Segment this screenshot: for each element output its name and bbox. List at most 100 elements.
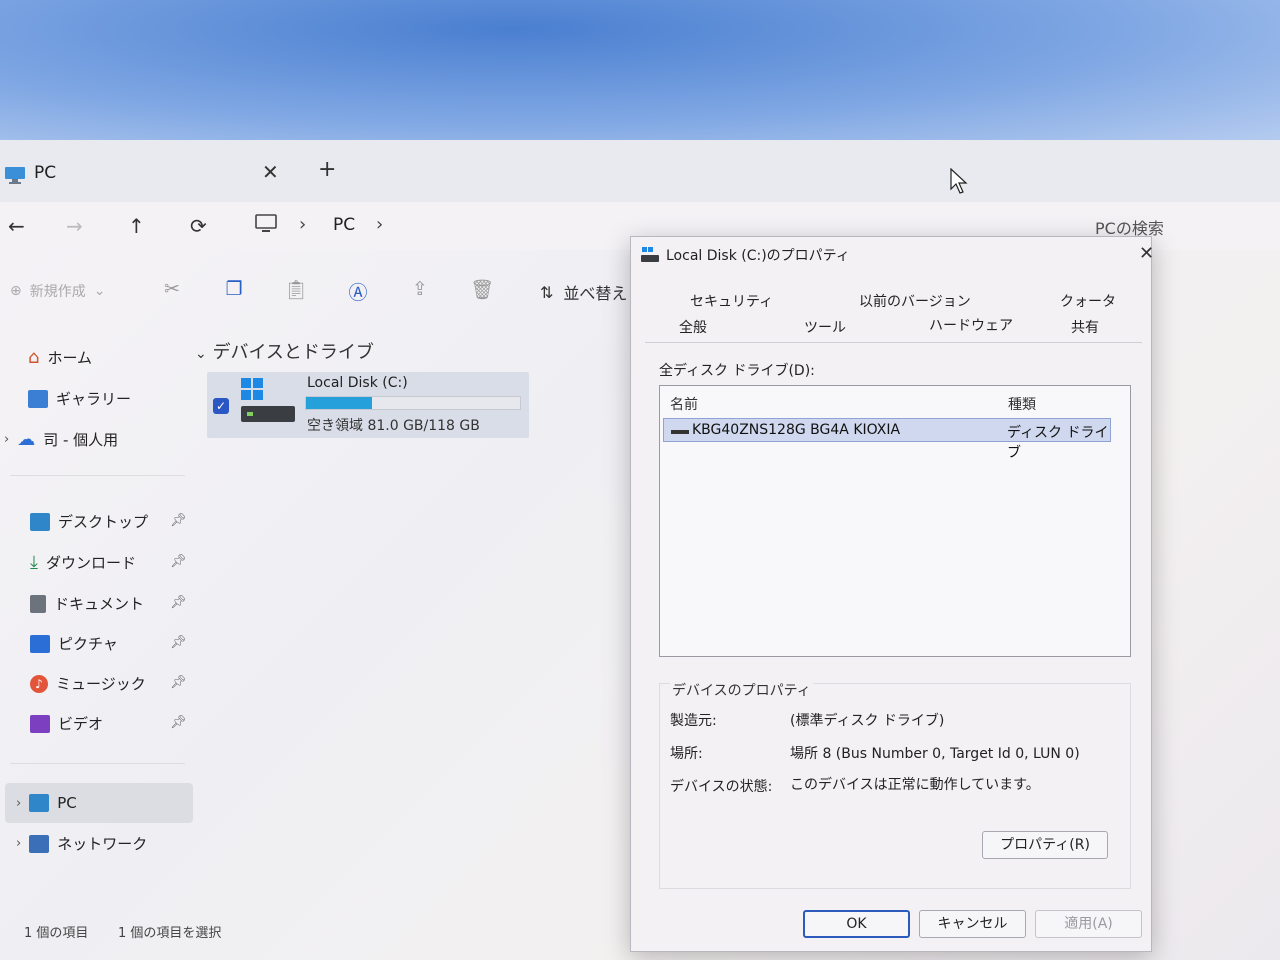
delete-icon[interactable]: 🗑︎ [470, 278, 494, 302]
tab-security[interactable]: セキュリティ [690, 291, 773, 311]
drive-icon [640, 246, 660, 268]
section-title: デバイスとドライブ [212, 342, 374, 363]
picture-icon [30, 634, 50, 653]
sidebar-item-music[interactable]: ♪ ミュージック [30, 673, 146, 694]
video-icon [30, 714, 50, 733]
chevron-right-icon[interactable]: › [4, 432, 9, 447]
new-tab-button[interactable]: + [318, 157, 336, 182]
tab-previous-versions[interactable]: 以前のバージョン [859, 291, 971, 311]
divider [10, 763, 185, 764]
sidebar-item-label: ピクチャ [58, 635, 118, 653]
copy-icon[interactable]: ❐ [222, 278, 246, 302]
chevron-right-icon[interactable]: › [16, 796, 21, 811]
document-icon [30, 594, 46, 613]
sidebar-item-pictures[interactable]: ピクチャ [30, 633, 118, 654]
apply-button[interactable]: 適用(A) [1035, 910, 1142, 938]
tab-hardware[interactable]: ハードウェア [929, 315, 1013, 335]
sidebar-item-desktop[interactable]: デスクトップ [30, 511, 148, 532]
sidebar-item-label: PC [57, 794, 77, 812]
cut-icon[interactable]: ✂ [160, 278, 184, 302]
chevron-down-icon: ⌄ [93, 283, 106, 299]
pin-icon[interactable]: 📌︎ [170, 675, 187, 690]
up-icon[interactable]: ↑ [128, 214, 145, 238]
disk-list[interactable]: 名前 種類 KBG40ZNS128G BG4A KIOXIA ディスク ドライブ [659, 385, 1131, 657]
back-icon[interactable]: ← [8, 214, 25, 238]
pin-icon[interactable]: 📌︎ [170, 513, 187, 528]
list-item[interactable]: KBG40ZNS128G BG4A KIOXIA ディスク ドライブ [663, 418, 1111, 461]
checkbox-icon[interactable]: ✓ [213, 398, 229, 414]
forward-icon[interactable]: → [66, 214, 83, 238]
tab-title: PC [34, 163, 57, 183]
sidebar-item-label: ビデオ [58, 715, 104, 733]
disk-drive-icon [671, 430, 689, 434]
sidebar-item-gallery[interactable]: ギャラリー [28, 388, 131, 409]
sidebar-item-label: ダウンロード [45, 554, 136, 572]
refresh-icon[interactable]: ⟳ [190, 214, 207, 238]
paste-icon[interactable]: 📋︎ [284, 278, 308, 302]
manufacturer-label: 製造元: [670, 713, 717, 729]
sidebar-item-pc[interactable]: › PC [16, 794, 77, 812]
status-item-count: 1 個の項目 [24, 926, 89, 941]
sidebar-item-onedrive[interactable]: › ☁ 司 - 個人用 [4, 429, 118, 450]
cloud-icon: ☁ [17, 429, 36, 450]
chevron-right-icon[interactable]: › [16, 836, 21, 851]
rename-icon[interactable]: Ⓐ [346, 278, 370, 304]
sort-label: 並べ替え [563, 284, 628, 303]
column-header-name[interactable]: 名前 [670, 394, 698, 414]
sidebar-item-label: ギャラリー [56, 390, 132, 408]
status-bar: 1 個の項目 1 個の項目を選択 [0, 918, 620, 948]
gallery-icon [28, 389, 48, 408]
sort-icon: ⇅ [540, 282, 554, 302]
sidebar-item-videos[interactable]: ビデオ [30, 713, 103, 734]
sidebar-item-documents[interactable]: ドキュメント [30, 593, 144, 614]
section-devices-drives[interactable]: ⌄ デバイスとドライブ [195, 338, 374, 364]
pin-icon[interactable]: 📌︎ [170, 715, 187, 730]
properties-button[interactable]: プロパティ(R) [982, 831, 1108, 859]
column-header-type[interactable]: 種類 [1008, 394, 1036, 414]
chevron-right-icon: › [299, 214, 307, 235]
pin-icon[interactable]: 📌︎ [170, 595, 187, 610]
tab-tools[interactable]: ツール [804, 317, 846, 337]
device-properties-group: デバイスのプロパティ 製造元: (標準ディスク ドライブ) 場所: 場所 8 (… [659, 680, 1131, 889]
drive-usage-fill [306, 397, 373, 409]
sidebar-item-home[interactable]: ⌂ ホーム [28, 347, 92, 368]
chevron-right-icon[interactable]: › [376, 214, 383, 235]
device-status-label: デバイスの状態: [670, 779, 773, 795]
tab-quota[interactable]: クォータ [1060, 291, 1116, 311]
status-selected-count: 1 個の項目を選択 [118, 926, 222, 941]
sidebar-item-label: ネットワーク [57, 835, 148, 853]
location-value: 場所 8 (Bus Number 0, Target Id 0, LUN 0) [790, 746, 1080, 762]
tab-sharing[interactable]: 共有 [1071, 317, 1099, 337]
network-icon [29, 834, 50, 853]
all-disks-label: 全ディスク ドライブ(D): [659, 363, 815, 379]
sidebar-item-label: ミュージック [56, 675, 146, 693]
home-icon: ⌂ [28, 347, 40, 368]
drive-free-space: 空き領域 81.0 GB/118 GB [307, 418, 480, 434]
close-icon[interactable]: ✕ [1139, 243, 1154, 264]
sidebar-item-network[interactable]: › ネットワーク [16, 833, 147, 854]
properties-dialog: Local Disk (C:)のプロパティ ✕ セキュリティ 以前のバージョン … [630, 236, 1154, 952]
monitor-icon [4, 166, 26, 188]
command-bar: ⊕ 新規作成 ⌄ ✂ ❐ 📋︎ Ⓐ ⇪ 🗑︎ ⇅ 並べ替え [0, 270, 640, 314]
tab-pc[interactable]: PC ✕ [0, 152, 295, 196]
cancel-button[interactable]: キャンセル [919, 910, 1026, 938]
sort-button[interactable]: ⇅ 並べ替え [540, 280, 627, 304]
pin-icon[interactable]: 📌︎ [170, 635, 187, 650]
close-tab-icon[interactable]: ✕ [262, 160, 279, 184]
device-status-value: このデバイスは正常に動作しています。 [790, 777, 1040, 793]
tab-general[interactable]: 全般 [679, 317, 707, 337]
share-icon[interactable]: ⇪ [408, 278, 432, 302]
chevron-down-icon: ⌄ [195, 346, 207, 362]
drive-tile-c[interactable]: ✓ Local Disk (C:) 空き領域 81.0 GB/118 GB [207, 372, 529, 438]
monitor-icon[interactable] [255, 214, 277, 239]
breadcrumb-pc[interactable]: PC [333, 215, 355, 235]
drive-usage-bar [305, 396, 521, 410]
desktop-icon [30, 512, 50, 531]
new-label: 新規作成 [29, 284, 86, 300]
pin-icon[interactable]: 📌︎ [170, 554, 187, 569]
ok-button[interactable]: OK [803, 910, 910, 938]
dialog-title: Local Disk (C:)のプロパティ [666, 248, 850, 264]
manufacturer-value: (標準ディスク ドライブ) [790, 713, 945, 729]
new-button[interactable]: ⊕ 新規作成 ⌄ [10, 281, 105, 301]
sidebar-item-downloads[interactable]: ⤓ ダウンロード [30, 552, 136, 573]
